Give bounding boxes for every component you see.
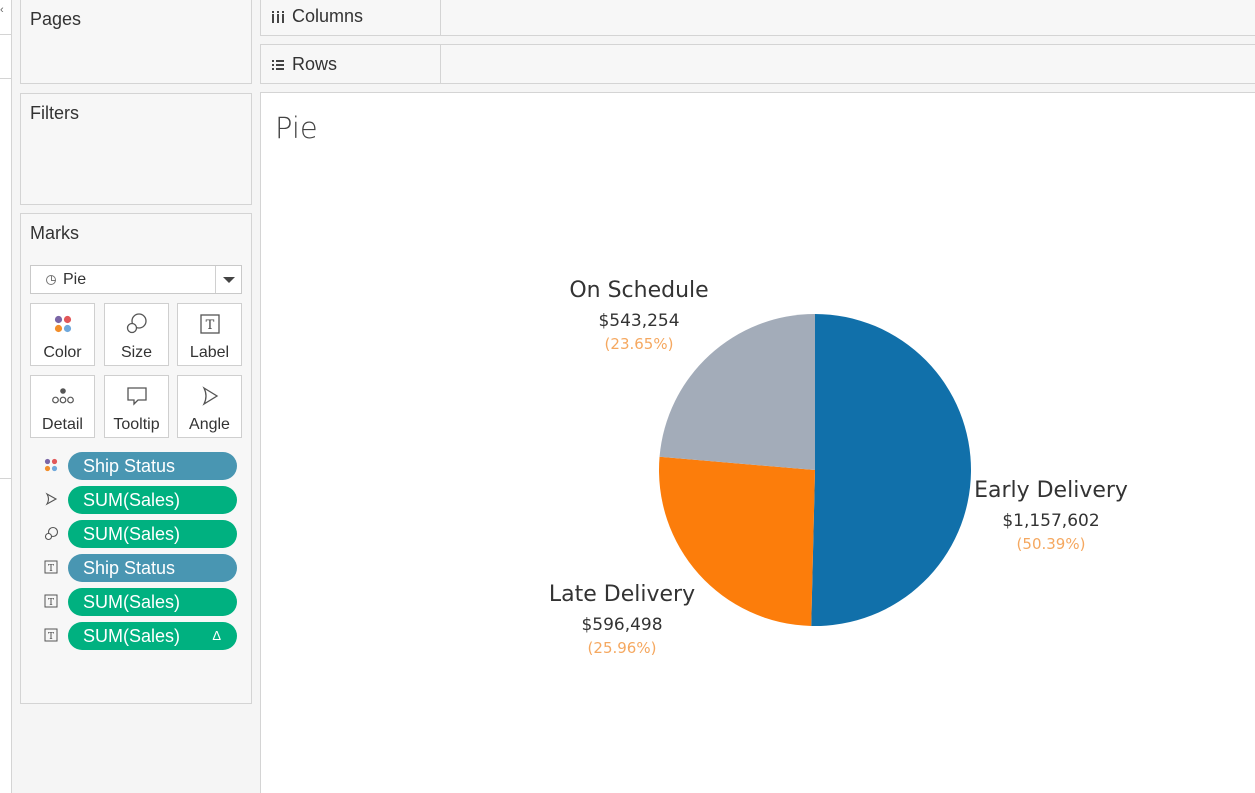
rows-icon — [271, 58, 285, 72]
rows-shelf[interactable]: Rows — [260, 44, 1255, 84]
mark-field-row: T Ship Status — [21, 554, 241, 582]
slice-percent-late-delivery: (25.96%) — [588, 639, 657, 657]
label-icon: T — [178, 312, 241, 336]
mark-type-dropdown[interactable]: Pie — [30, 265, 242, 294]
slice-value-on-schedule: $543,254 — [598, 311, 679, 331]
slice-label-on-schedule: On Schedule — [569, 278, 708, 303]
pages-title: Pages — [30, 9, 82, 29]
color-icon — [31, 312, 94, 336]
left-collapse-strip: ‹ — [0, 0, 12, 793]
slice-percent-on-schedule: (23.65%) — [605, 335, 674, 353]
detail-icon — [31, 384, 94, 408]
size-button[interactable]: Size — [104, 303, 169, 366]
divider — [0, 478, 11, 479]
columns-shelf[interactable]: Columns — [260, 0, 1255, 36]
color-button[interactable]: Color — [30, 303, 95, 366]
pages-card[interactable]: Pages — [20, 0, 252, 84]
divider — [0, 78, 11, 79]
filters-card[interactable]: Filters — [20, 93, 252, 205]
angle-icon — [178, 384, 241, 408]
label-icon: T — [43, 593, 59, 609]
slice-label-late-delivery: Late Delivery — [549, 582, 695, 607]
ship-status-pill[interactable]: Ship Status — [68, 452, 237, 480]
color-icon — [43, 457, 59, 473]
mark-field-row: SUM(Sales) — [21, 486, 241, 514]
slice-percent-early-delivery: (50.39%) — [1017, 535, 1086, 553]
tooltip-button[interactable]: Tooltip — [104, 375, 169, 438]
filters-title: Filters — [30, 103, 79, 123]
columns-label: Columns — [292, 6, 364, 26]
size-icon — [105, 312, 168, 336]
sum-sales-pill[interactable]: SUM(Sales) — [68, 588, 237, 616]
svg-text:T: T — [48, 632, 54, 642]
rows-shelf-label: Rows — [261, 45, 441, 83]
detail-button[interactable]: Detail — [30, 375, 95, 438]
rows-label: Rows — [292, 54, 338, 74]
pie-slice-on-schedule[interactable] — [659, 314, 815, 470]
pie-chart[interactable]: Early Delivery $1,157,602 (50.39%) Late Del… — [261, 93, 1255, 793]
collapse-icon[interactable]: ‹ — [0, 4, 4, 16]
angle-button[interactable]: Angle — [177, 375, 242, 438]
color-button-label: Color — [43, 344, 82, 361]
divider — [0, 34, 11, 35]
label-button-label: Label — [189, 344, 230, 361]
mark-field-row: SUM(Sales) — [21, 520, 241, 548]
size-button-label: Size — [120, 344, 153, 361]
columns-shelf-label: Columns — [261, 0, 441, 35]
sum-sales-pill[interactable]: SUM(Sales) — [68, 520, 237, 548]
size-icon — [43, 525, 59, 541]
marks-card: Marks Pie Color Size T Label Detail Tool… — [20, 213, 252, 704]
mark-field-row: T SUM(Sales) Δ — [21, 622, 241, 650]
view-canvas: Pie Early Delivery $1,157,602 (50.39%) Late… — [260, 92, 1255, 793]
svg-text:T: T — [205, 318, 214, 333]
detail-button-label: Detail — [42, 416, 83, 433]
slice-value-early-delivery: $1,157,602 — [1002, 511, 1099, 531]
angle-button-label: Angle — [189, 416, 230, 433]
slice-label-early-delivery: Early Delivery — [974, 478, 1128, 503]
svg-text:T: T — [48, 564, 54, 574]
svg-text:T: T — [48, 598, 54, 608]
angle-icon — [43, 491, 59, 507]
tooltip-icon — [105, 384, 168, 408]
sum-sales-pill[interactable]: SUM(Sales) — [68, 486, 237, 514]
label-icon: T — [43, 559, 59, 575]
marks-title: Marks — [30, 223, 79, 243]
tooltip-button-label: Tooltip — [113, 416, 160, 433]
mark-type-label: Pie — [63, 271, 87, 288]
label-icon: T — [43, 627, 59, 643]
pie-slice-early-delivery[interactable] — [811, 314, 971, 626]
chevron-down-icon[interactable] — [215, 266, 241, 293]
sum-sales-pill[interactable]: SUM(Sales) Δ — [68, 622, 237, 650]
mark-field-row: T SUM(Sales) — [21, 588, 241, 616]
delta-icon: Δ — [212, 628, 221, 643]
label-button[interactable]: T Label — [177, 303, 242, 366]
pie-mark-icon — [46, 275, 56, 285]
ship-status-pill[interactable]: Ship Status — [68, 554, 237, 582]
pill-label: SUM(Sales) — [83, 626, 181, 646]
mark-field-row: Ship Status — [21, 452, 241, 480]
columns-icon — [271, 10, 285, 24]
slice-value-late-delivery: $596,498 — [581, 615, 662, 635]
